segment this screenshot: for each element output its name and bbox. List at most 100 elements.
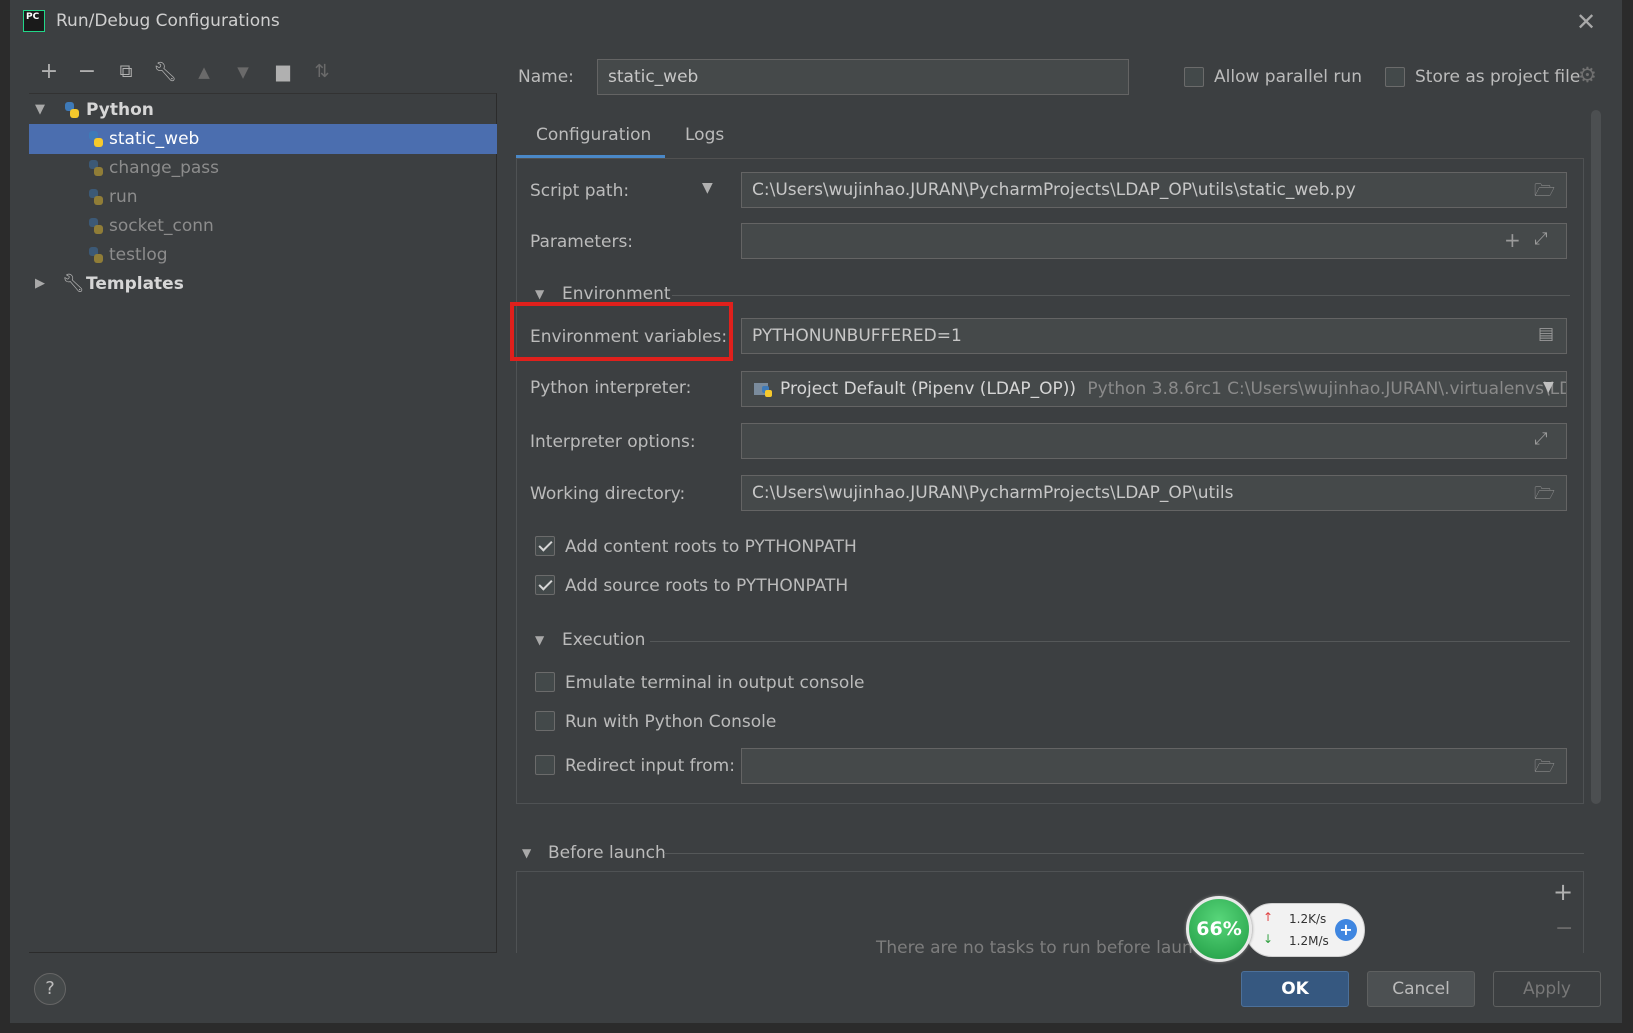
python-interpreter-icon (754, 383, 772, 397)
run-with-console-label: Run with Python Console (565, 712, 777, 732)
apply-button[interactable]: Apply (1493, 971, 1601, 1007)
script-type-dropdown-icon[interactable]: ▼ (702, 180, 713, 196)
emulate-terminal-label: Emulate terminal in output console (565, 673, 865, 693)
move-up-icon[interactable]: ▲ (191, 58, 217, 86)
network-speed-widget[interactable]: 66% ↑ ↓ 1.2K/s 1.2M/s + (1183, 895, 1373, 965)
interpreter-detail: Python 3.8.6rc1 C:\Users\wujinhao.JURAN\… (1087, 379, 1567, 399)
move-down-icon[interactable]: ▼ (230, 58, 256, 86)
expand-icon[interactable]: ⤢ (1534, 229, 1548, 249)
python-file-icon (89, 247, 103, 263)
expand-arrow-icon[interactable]: ▼ (35, 95, 45, 125)
close-icon[interactable]: ✕ (1576, 8, 1596, 36)
scrollbar[interactable] (1591, 110, 1601, 804)
before-launch-title: Before launch (548, 843, 666, 863)
parameters-label: Parameters: (530, 232, 634, 252)
add-source-roots-checkbox[interactable] (535, 575, 555, 595)
emulate-terminal-checkbox[interactable] (535, 672, 555, 692)
background-bottom-edge (0, 1023, 1633, 1033)
python-file-icon (89, 189, 103, 205)
cancel-button[interactable]: Cancel (1367, 971, 1475, 1007)
section-divider (664, 853, 1584, 854)
wrench-icon[interactable]: 🔧︎ (152, 58, 178, 86)
remove-task-icon[interactable]: − (1555, 916, 1573, 941)
window-title: Run/Debug Configurations (56, 11, 280, 31)
python-icon (65, 102, 79, 118)
interpreter-select[interactable]: Project Default (Pipenv (LDAP_OP)) Pytho… (741, 371, 1567, 407)
section-divider (650, 641, 1570, 642)
script-path-label: Script path: (530, 181, 630, 201)
add-content-roots-label: Add content roots to PYTHONPATH (565, 537, 857, 557)
parameters-input[interactable] (741, 223, 1567, 259)
interpreter-label: Python interpreter: (530, 378, 692, 398)
tree-item-label: static_web (109, 129, 200, 149)
pycharm-logo-icon: PC (23, 10, 45, 32)
usage-percent-gauge: 66% (1186, 896, 1252, 962)
add-macro-icon[interactable]: + (1504, 228, 1521, 252)
sort-icon[interactable]: ⇅ (309, 58, 335, 86)
tree-node-templates[interactable]: ▶ 🔧︎ Templates (29, 269, 497, 299)
plus-icon[interactable]: + (1335, 919, 1357, 941)
add-task-icon[interactable]: + (1553, 878, 1573, 906)
background-left-edge (0, 0, 10, 1033)
tree-item-socket-conn[interactable]: socket_conn (29, 211, 497, 241)
redirect-input-checkbox[interactable] (535, 755, 555, 775)
folder-icon[interactable]: ▆ (270, 58, 296, 86)
python-file-icon (89, 160, 103, 176)
tree-label-templates: Templates (86, 274, 184, 294)
wrench-icon: 🔧︎ (62, 273, 85, 294)
add-source-roots-label: Add source roots to PYTHONPATH (565, 576, 849, 596)
gear-icon[interactable]: ⚙ (1578, 63, 1597, 87)
env-vars-input[interactable]: PYTHONUNBUFFERED=1 (741, 318, 1567, 354)
run-with-console-checkbox[interactable] (535, 711, 555, 731)
upload-arrow-icon: ↑ (1263, 910, 1274, 924)
folder-browse-icon[interactable]: 🗁 (1534, 754, 1555, 783)
tree-item-static-web[interactable]: static_web (29, 124, 497, 154)
allow-parallel-checkbox[interactable] (1184, 67, 1204, 87)
execution-collapse-icon[interactable]: ▼ (535, 633, 544, 647)
interp-options-input[interactable] (741, 423, 1567, 459)
remove-icon[interactable]: − (74, 58, 100, 86)
allow-parallel-label: Allow parallel run (1214, 67, 1362, 87)
section-divider (672, 295, 1570, 296)
tree-node-python[interactable]: ▼ Python (29, 95, 497, 125)
tree-item-testlog[interactable]: testlog (29, 240, 497, 270)
tree-item-label: change_pass (109, 158, 219, 178)
interpreter-value: Project Default (Pipenv (LDAP_OP)) (780, 379, 1076, 399)
add-content-roots-checkbox[interactable] (535, 536, 555, 556)
expand-icon[interactable]: ⤢ (1534, 429, 1548, 449)
ok-button[interactable]: OK (1241, 971, 1349, 1007)
environment-section-title: Environment (562, 284, 671, 304)
tree-item-change-pass[interactable]: change_pass (29, 153, 497, 183)
execution-section-title: Execution (562, 630, 646, 650)
tab-configuration[interactable]: Configuration (536, 115, 651, 159)
configuration-tree: ▼ Python static_web change_pass run sock… (29, 93, 497, 953)
edit-env-vars-icon[interactable]: ▤ (1538, 324, 1554, 344)
working-dir-label: Working directory: (530, 484, 686, 504)
store-project-label: Store as project file (1415, 67, 1581, 87)
name-input[interactable]: static_web (597, 59, 1129, 95)
script-path-input[interactable]: C:\Users\wujinhao.JURAN\PycharmProjects\… (741, 172, 1567, 208)
store-project-checkbox[interactable] (1385, 67, 1405, 87)
highlight-box (510, 302, 733, 361)
tree-item-label: testlog (109, 245, 168, 265)
interp-options-label: Interpreter options: (530, 432, 696, 452)
name-label: Name: (518, 67, 574, 87)
folder-browse-icon[interactable]: 🗁 (1534, 481, 1555, 510)
tree-item-run[interactable]: run (29, 182, 497, 212)
tab-logs[interactable]: Logs (685, 115, 724, 159)
download-speed: 1.2M/s (1289, 934, 1329, 948)
folder-browse-icon[interactable]: 🗁 (1534, 178, 1555, 207)
working-dir-input[interactable]: C:\Users\wujinhao.JURAN\PycharmProjects\… (741, 475, 1567, 511)
chevron-down-icon[interactable]: ▼ (1543, 379, 1554, 395)
copy-icon[interactable]: ⧉ (113, 58, 139, 86)
tree-label-python: Python (86, 100, 154, 120)
environment-collapse-icon[interactable]: ▼ (535, 287, 544, 301)
before-launch-collapse-icon[interactable]: ▼ (522, 846, 531, 860)
python-file-icon (89, 131, 103, 147)
redirect-input-field[interactable] (741, 748, 1567, 784)
help-icon[interactable]: ? (34, 973, 66, 1005)
before-launch-empty-text: There are no tasks to run before launch (876, 938, 1213, 958)
add-icon[interactable]: + (36, 58, 62, 86)
collapse-arrow-icon[interactable]: ▶ (35, 269, 45, 299)
tree-item-label: run (109, 187, 138, 207)
